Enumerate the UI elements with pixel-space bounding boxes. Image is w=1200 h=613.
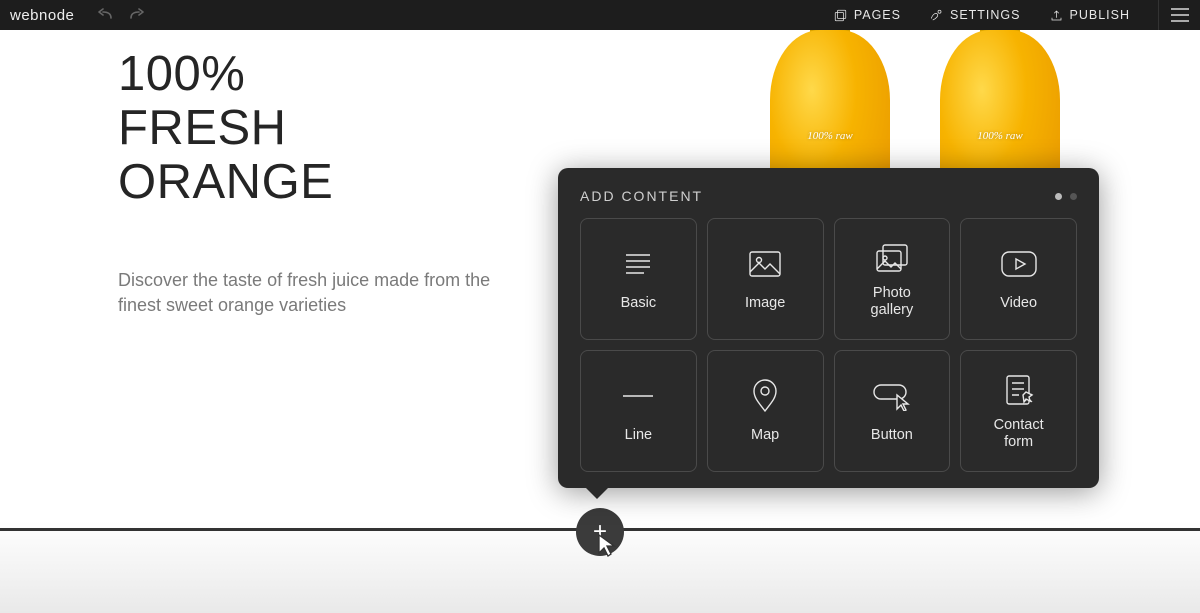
- add-section-button[interactable]: +: [576, 508, 624, 556]
- gallery-icon: [875, 239, 909, 277]
- settings-button[interactable]: SETTINGS: [929, 8, 1021, 23]
- pin-icon: [752, 377, 778, 415]
- pages-label: PAGES: [854, 8, 901, 22]
- page-dot-2[interactable]: [1070, 193, 1077, 200]
- plus-icon: +: [593, 520, 607, 544]
- page-dot-1[interactable]: [1055, 193, 1062, 200]
- publish-label: PUBLISH: [1070, 8, 1131, 22]
- cell-label: Image: [745, 295, 785, 312]
- add-basic-button[interactable]: Basic: [580, 218, 697, 340]
- add-map-button[interactable]: Map: [707, 350, 824, 472]
- top-bar: webnode PAGES SETTINGS PUBLISH: [0, 0, 1200, 30]
- add-image-button[interactable]: Image: [707, 218, 824, 340]
- menu-button[interactable]: [1158, 0, 1200, 30]
- cell-label: Video: [1000, 295, 1037, 312]
- hamburger-icon: [1171, 14, 1189, 16]
- add-video-button[interactable]: Video: [960, 218, 1077, 340]
- cell-label: Map: [751, 427, 779, 444]
- content-grid: Basic Image Photo gallery Video Line: [580, 218, 1077, 472]
- add-button-button[interactable]: Button: [834, 350, 951, 472]
- form-icon: [1004, 371, 1034, 409]
- add-gallery-button[interactable]: Photo gallery: [834, 218, 951, 340]
- brand-logo: webnode: [10, 7, 74, 24]
- cell-label: Basic: [621, 295, 656, 312]
- hero-subtext[interactable]: Discover the taste of fresh juice made f…: [118, 268, 518, 318]
- cell-label: Line: [625, 427, 652, 444]
- popover-title: ADD CONTENT: [580, 188, 703, 204]
- text-lines-icon: [622, 245, 654, 283]
- undo-redo-group: [98, 7, 144, 24]
- publish-button[interactable]: PUBLISH: [1049, 8, 1131, 23]
- line-icon: [621, 377, 655, 415]
- video-icon: [1000, 245, 1038, 283]
- cell-label: Photo gallery: [871, 285, 914, 320]
- settings-label: SETTINGS: [950, 8, 1021, 22]
- undo-button[interactable]: [98, 7, 114, 24]
- redo-button[interactable]: [128, 7, 144, 24]
- button-icon: [872, 377, 912, 415]
- image-icon: [748, 245, 782, 283]
- add-content-popover: ADD CONTENT Basic Image Photo gallery: [558, 168, 1099, 488]
- pages-button[interactable]: PAGES: [833, 8, 901, 23]
- cell-label: Contact form: [994, 417, 1044, 452]
- cell-label: Button: [871, 427, 913, 444]
- add-line-button[interactable]: Line: [580, 350, 697, 472]
- add-contact-form-button[interactable]: Contact form: [960, 350, 1077, 472]
- pagination-dots[interactable]: [1055, 193, 1077, 200]
